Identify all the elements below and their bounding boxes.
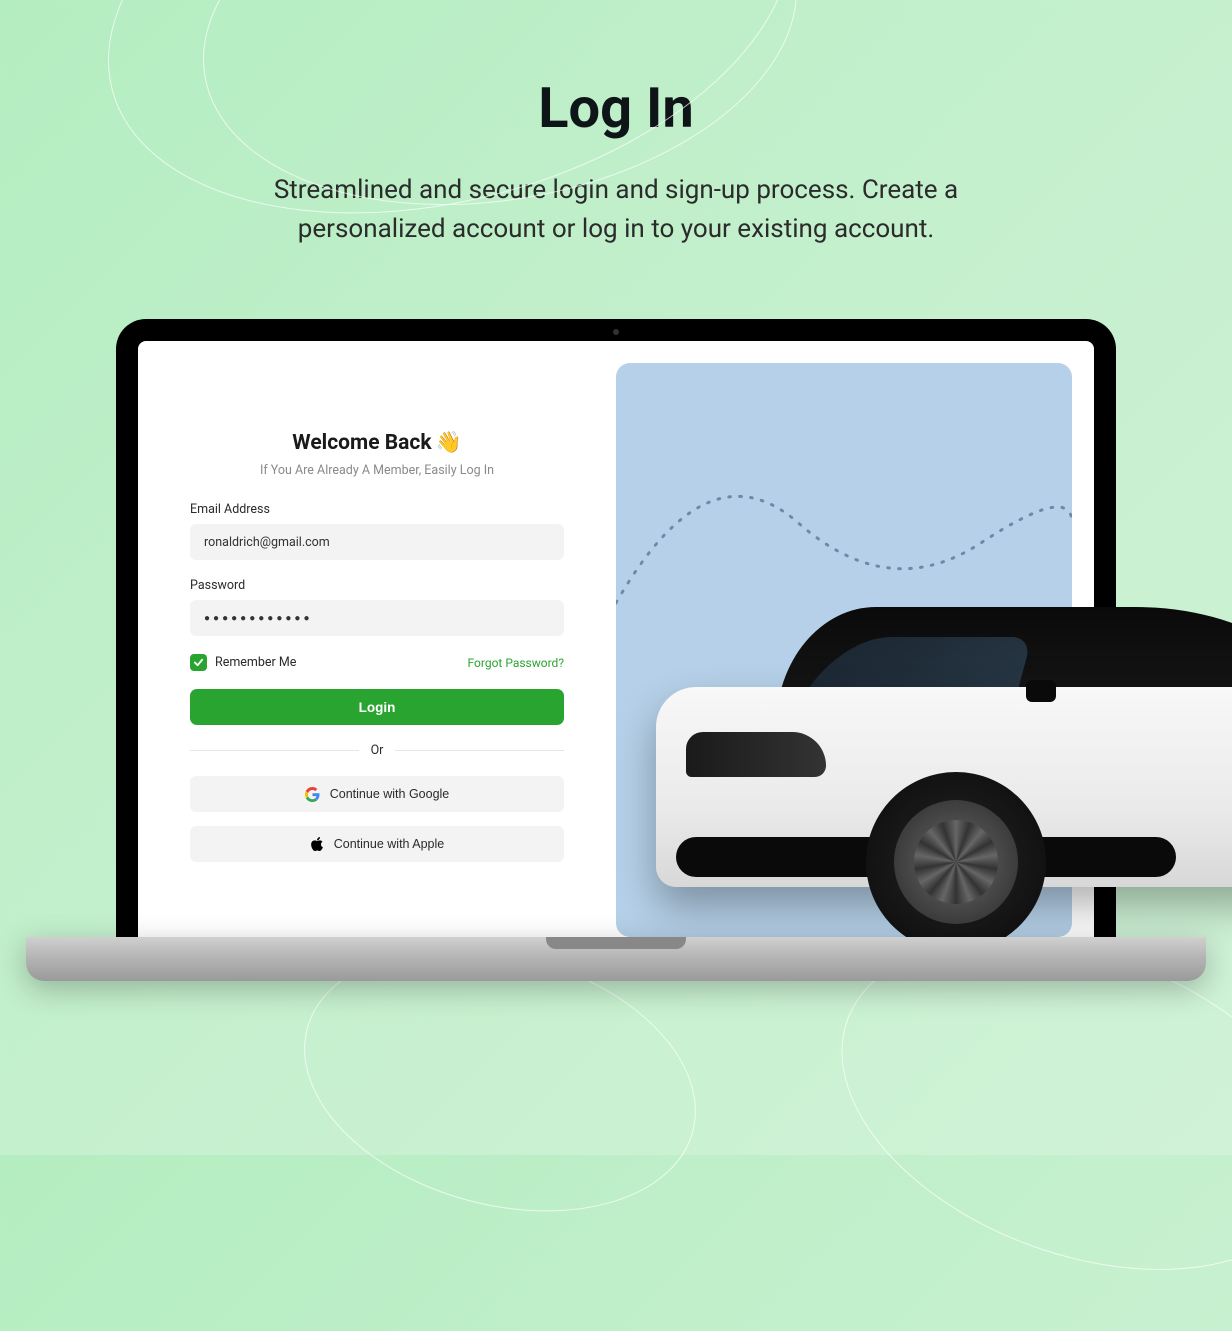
google-button-label: Continue with Google — [330, 787, 450, 801]
password-input[interactable] — [190, 600, 564, 636]
remember-me-group: Remember Me — [190, 654, 296, 671]
email-input[interactable] — [190, 524, 564, 560]
divider-line — [395, 750, 564, 751]
login-form: Email Address Password Remember Me F — [190, 502, 564, 876]
hero-image-panel — [616, 341, 1094, 937]
apple-icon — [310, 836, 324, 852]
email-label: Email Address — [190, 502, 564, 517]
google-icon — [305, 787, 320, 802]
hero-image-bg — [616, 363, 1072, 937]
continue-with-apple-button[interactable]: Continue with Apple — [190, 826, 564, 862]
laptop-camera — [613, 329, 619, 335]
divider-text: Or — [371, 743, 384, 758]
login-button[interactable]: Login — [190, 689, 564, 725]
continue-with-google-button[interactable]: Continue with Google — [190, 776, 564, 812]
laptop-mockup: Welcome Back 👋 If You Are Already A Memb… — [116, 319, 1116, 981]
divider: Or — [190, 743, 564, 758]
divider-line — [190, 750, 359, 751]
page-title: Log In — [0, 75, 1232, 141]
forgot-password-link[interactable]: Forgot Password? — [468, 656, 564, 670]
login-form-panel: Welcome Back 👋 If You Are Already A Memb… — [138, 341, 616, 937]
page-subtitle: Streamlined and secure login and sign-up… — [211, 171, 1021, 249]
remember-me-checkbox[interactable] — [190, 654, 207, 671]
laptop-base — [26, 937, 1206, 981]
apple-button-label: Continue with Apple — [334, 837, 445, 851]
laptop-notch — [546, 937, 686, 949]
hero-section: Log In Streamlined and secure login and … — [0, 0, 1232, 289]
welcome-subtitle: If You Are Already A Member, Easily Log … — [260, 463, 494, 478]
remember-me-label: Remember Me — [215, 655, 296, 670]
password-label: Password — [190, 578, 564, 593]
check-icon — [193, 657, 204, 668]
welcome-text: Welcome Back — [292, 431, 431, 455]
laptop-screen: Welcome Back 👋 If You Are Already A Memb… — [138, 341, 1094, 937]
welcome-title: Welcome Back 👋 — [292, 431, 461, 455]
car-illustration — [656, 557, 1232, 937]
wave-emoji-icon: 👋 — [436, 431, 462, 455]
